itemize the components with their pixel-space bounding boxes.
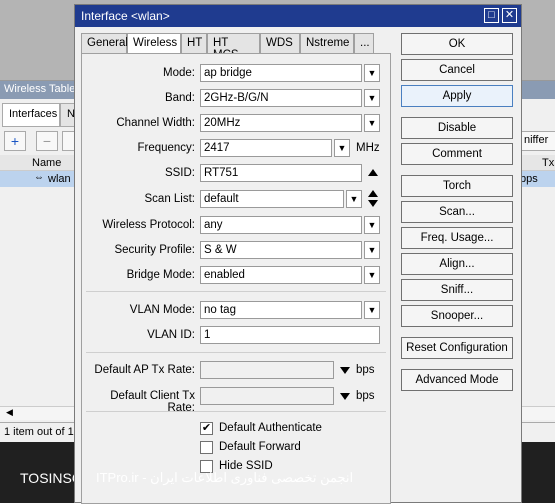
- channel-width-label: Channel Width:: [116, 117, 195, 129]
- band-dropdown-icon[interactable]: ▼: [364, 89, 380, 107]
- interface-dialog: Interface <wlan> □ ✕ General Wireless HT…: [74, 4, 522, 504]
- bridge-mode-label: Bridge Mode:: [126, 269, 195, 281]
- tab-ht-mcs[interactable]: HT MCS: [207, 33, 260, 61]
- default-ap-tx-rate-label: Default AP Tx Rate:: [94, 364, 195, 376]
- tab-nstreme[interactable]: Nstreme: [300, 33, 354, 53]
- frequency-unit: MHz: [356, 142, 380, 154]
- tab-wds[interactable]: WDS: [260, 33, 300, 53]
- mode-label: Mode:: [163, 67, 195, 79]
- remove-icon[interactable]: −: [36, 131, 58, 151]
- cancel-button[interactable]: Cancel: [401, 59, 513, 81]
- tab-general[interactable]: General: [81, 33, 128, 53]
- wireless-icon: ⇔: [34, 172, 44, 183]
- security-profile-dropdown-icon[interactable]: ▼: [364, 241, 380, 259]
- align-button[interactable]: Align...: [401, 253, 513, 275]
- mode-dropdown-icon[interactable]: ▼: [364, 64, 380, 82]
- watermark-right: ITPro.ir - انجمن تخصصی فناوری اطلاعات ای…: [96, 470, 354, 485]
- reset-configuration-button[interactable]: Reset Configuration: [401, 337, 513, 359]
- dialog-title: Interface <wlan>: [75, 5, 521, 27]
- band-label: Band:: [164, 92, 195, 104]
- default-client-tx-rate-input[interactable]: [200, 387, 334, 405]
- default-ap-tx-rate-unit: bps: [356, 364, 375, 376]
- channel-width-dropdown-icon[interactable]: ▼: [364, 114, 380, 132]
- apply-button[interactable]: Apply: [401, 85, 513, 107]
- default-forward-label: Default Forward: [219, 441, 301, 453]
- vlan-mode-label: VLAN Mode:: [129, 304, 195, 316]
- wireless-panel: Mode: ap bridge ▼ Band: 2GHz-B/G/N ▼ Cha…: [81, 53, 391, 504]
- vlan-id-label: VLAN ID:: [147, 329, 195, 341]
- wireless-protocol-label: Wireless Protocol:: [102, 219, 195, 231]
- wireless-protocol-select[interactable]: any: [200, 216, 362, 234]
- channel-width-select[interactable]: 20MHz: [200, 114, 362, 132]
- ssid-collapse-icon[interactable]: [368, 169, 378, 176]
- snooper-button[interactable]: Snooper...: [401, 305, 513, 327]
- separator: [86, 411, 386, 412]
- maximize-icon[interactable]: □: [484, 8, 499, 23]
- col-tx-header[interactable]: Tx: [542, 157, 554, 169]
- advanced-mode-button[interactable]: Advanced Mode: [401, 369, 513, 391]
- default-ap-tx-rate-input[interactable]: [200, 361, 334, 379]
- ok-button[interactable]: OK: [401, 33, 513, 55]
- disable-button[interactable]: Disable: [401, 117, 513, 139]
- separator: [86, 291, 386, 292]
- vlan-mode-select[interactable]: no tag: [200, 301, 362, 319]
- mode-select[interactable]: ap bridge: [200, 64, 362, 82]
- default-authenticate-label: Default Authenticate: [219, 422, 322, 434]
- bridge-mode-dropdown-icon[interactable]: ▼: [364, 266, 380, 284]
- band-select[interactable]: 2GHz-B/G/N: [200, 89, 362, 107]
- tab-wireless[interactable]: Wireless: [127, 33, 181, 54]
- tab-interfaces[interactable]: Interfaces: [2, 103, 60, 127]
- sniff-button[interactable]: Sniff...: [401, 279, 513, 301]
- frequency-select[interactable]: 2417: [200, 139, 332, 157]
- torch-button[interactable]: Torch: [401, 175, 513, 197]
- sniffer-button[interactable]: niffer: [520, 131, 555, 151]
- security-profile-select[interactable]: S & W: [200, 241, 362, 259]
- row-name: wlan: [48, 173, 71, 185]
- separator: [86, 352, 386, 353]
- security-profile-label: Security Profile:: [114, 244, 195, 256]
- scan-list-down-icon[interactable]: [368, 200, 378, 207]
- ssid-input[interactable]: RT751: [200, 164, 362, 182]
- tab-more[interactable]: ...: [354, 33, 374, 53]
- row-bps: bps: [520, 173, 538, 185]
- default-ap-tx-rate-dropdown-icon[interactable]: [340, 367, 350, 374]
- scan-button[interactable]: Scan...: [401, 201, 513, 223]
- vlan-id-input[interactable]: 1: [200, 326, 380, 344]
- wireless-protocol-dropdown-icon[interactable]: ▼: [364, 216, 380, 234]
- frequency-dropdown-icon[interactable]: ▼: [334, 139, 350, 157]
- scroll-left-icon[interactable]: ◀: [6, 407, 13, 418]
- vlan-mode-dropdown-icon[interactable]: ▼: [364, 301, 380, 319]
- tab-ht[interactable]: HT: [181, 33, 207, 53]
- add-icon[interactable]: +: [4, 131, 26, 151]
- scan-list-up-icon[interactable]: [368, 190, 378, 197]
- default-forward-checkbox[interactable]: [200, 441, 213, 454]
- frequency-label: Frequency:: [137, 142, 195, 154]
- freq-usage-button[interactable]: Freq. Usage...: [401, 227, 513, 249]
- close-icon[interactable]: ✕: [502, 8, 517, 23]
- scan-list-label: Scan List:: [144, 193, 196, 205]
- bridge-mode-select[interactable]: enabled: [200, 266, 362, 284]
- default-authenticate-checkbox[interactable]: ✔: [200, 422, 213, 435]
- default-client-tx-rate-dropdown-icon[interactable]: [340, 393, 350, 400]
- scan-list-dropdown-icon[interactable]: ▼: [346, 190, 362, 208]
- ssid-label: SSID:: [164, 167, 195, 179]
- default-client-tx-rate-unit: bps: [356, 390, 375, 402]
- comment-button[interactable]: Comment: [401, 143, 513, 165]
- col-name-header[interactable]: Name: [32, 157, 61, 169]
- scan-list-select[interactable]: default: [200, 190, 344, 208]
